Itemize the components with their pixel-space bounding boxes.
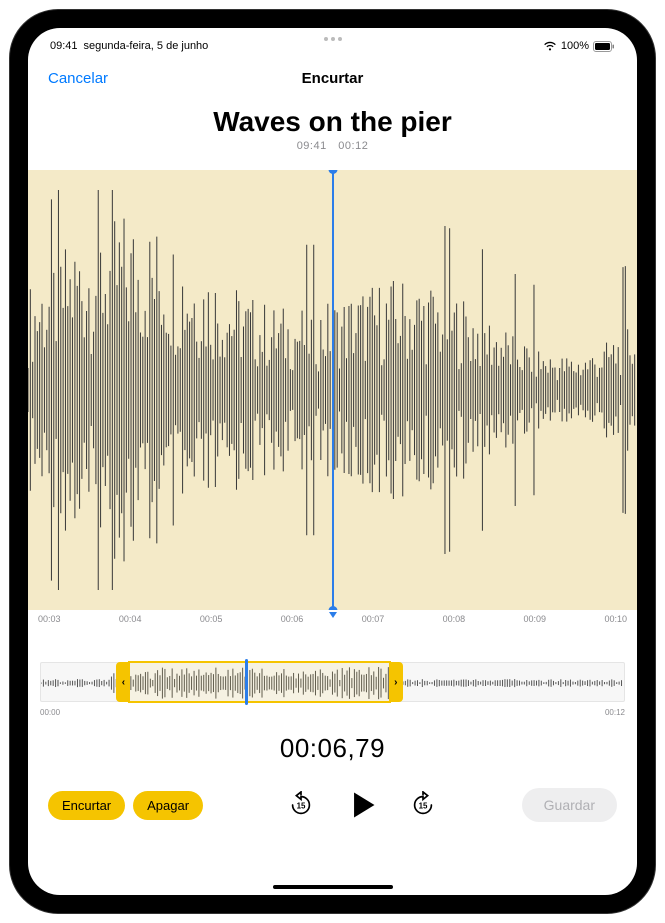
overview-playhead[interactable] [245, 659, 248, 705]
trim-button[interactable]: Encurtar [48, 791, 125, 820]
screen: 09:41 segunda-feira, 5 de junho 100% Can… [28, 28, 637, 895]
ruler-tick: 00:06 [281, 614, 304, 630]
cancel-button[interactable]: Cancelar [48, 70, 108, 87]
svg-text:15: 15 [419, 801, 428, 810]
overview-start-label: 00:00 [40, 708, 60, 717]
battery-percent: 100% [561, 40, 589, 52]
nav-bar: Cancelar Encurtar [28, 58, 637, 98]
overview-labels: 00:00 00:12 [28, 706, 637, 717]
recording-title: Waves on the pier [28, 106, 637, 138]
trim-handle-right[interactable]: › [389, 662, 403, 702]
chevron-left-icon: ‹ [122, 677, 125, 688]
status-left: 09:41 segunda-feira, 5 de junho [50, 40, 208, 52]
ruler-tick: 00:07 [362, 614, 385, 630]
skip-back-15-icon: 15 [287, 791, 315, 819]
ruler-tick: 00:04 [119, 614, 142, 630]
recording-meta-time: 09:41 [297, 140, 327, 152]
trim-selection[interactable]: ‹ › [128, 661, 390, 703]
save-button[interactable]: Guardar [522, 788, 617, 822]
skip-forward-15-icon: 15 [409, 791, 437, 819]
playback-controls: 15 15 [211, 788, 514, 822]
wifi-icon [543, 41, 557, 51]
status-bar: 09:41 segunda-feira, 5 de junho 100% [28, 34, 637, 58]
multitask-dots[interactable] [324, 37, 342, 41]
ruler-tick: 00:08 [443, 614, 466, 630]
play-icon [345, 788, 379, 822]
recording-meta-duration: 00:12 [338, 140, 368, 152]
status-date: segunda-feira, 5 de junho [84, 40, 209, 52]
chevron-right-icon: › [394, 677, 397, 688]
play-button[interactable] [345, 788, 379, 822]
skip-back-button[interactable]: 15 [287, 791, 315, 819]
playhead[interactable] [332, 170, 334, 610]
delete-button[interactable]: Apagar [133, 791, 203, 820]
recording-meta: 09:41 00:12 [28, 140, 637, 152]
time-ruler: 00:03 00:04 00:05 00:06 00:07 00:08 00:0… [28, 610, 637, 630]
controls-row: Encurtar Apagar 15 15 [28, 788, 637, 822]
overview-end-label: 00:12 [605, 708, 625, 717]
current-time-display: 00:06,79 [28, 733, 637, 764]
ruler-playhead-tick [329, 612, 337, 618]
status-right: 100% [543, 40, 615, 52]
ruler-tick: 00:03 [38, 614, 61, 630]
skip-forward-button[interactable]: 15 [409, 791, 437, 819]
nav-title: Encurtar [302, 70, 364, 87]
overview-track: ‹ › [40, 662, 625, 702]
svg-text:15: 15 [297, 801, 306, 810]
ipad-frame: 09:41 segunda-feira, 5 de junho 100% Can… [10, 10, 655, 913]
status-time: 09:41 [50, 40, 78, 52]
waveform-main[interactable] [28, 170, 637, 610]
home-indicator[interactable] [273, 885, 393, 889]
trim-handle-left[interactable]: ‹ [116, 662, 130, 702]
ruler-tick: 00:05 [200, 614, 223, 630]
ruler-tick: 00:09 [524, 614, 547, 630]
ruler-tick: 00:10 [604, 614, 627, 630]
overview-timeline[interactable]: ‹ › [28, 662, 637, 706]
battery-icon [593, 41, 615, 52]
